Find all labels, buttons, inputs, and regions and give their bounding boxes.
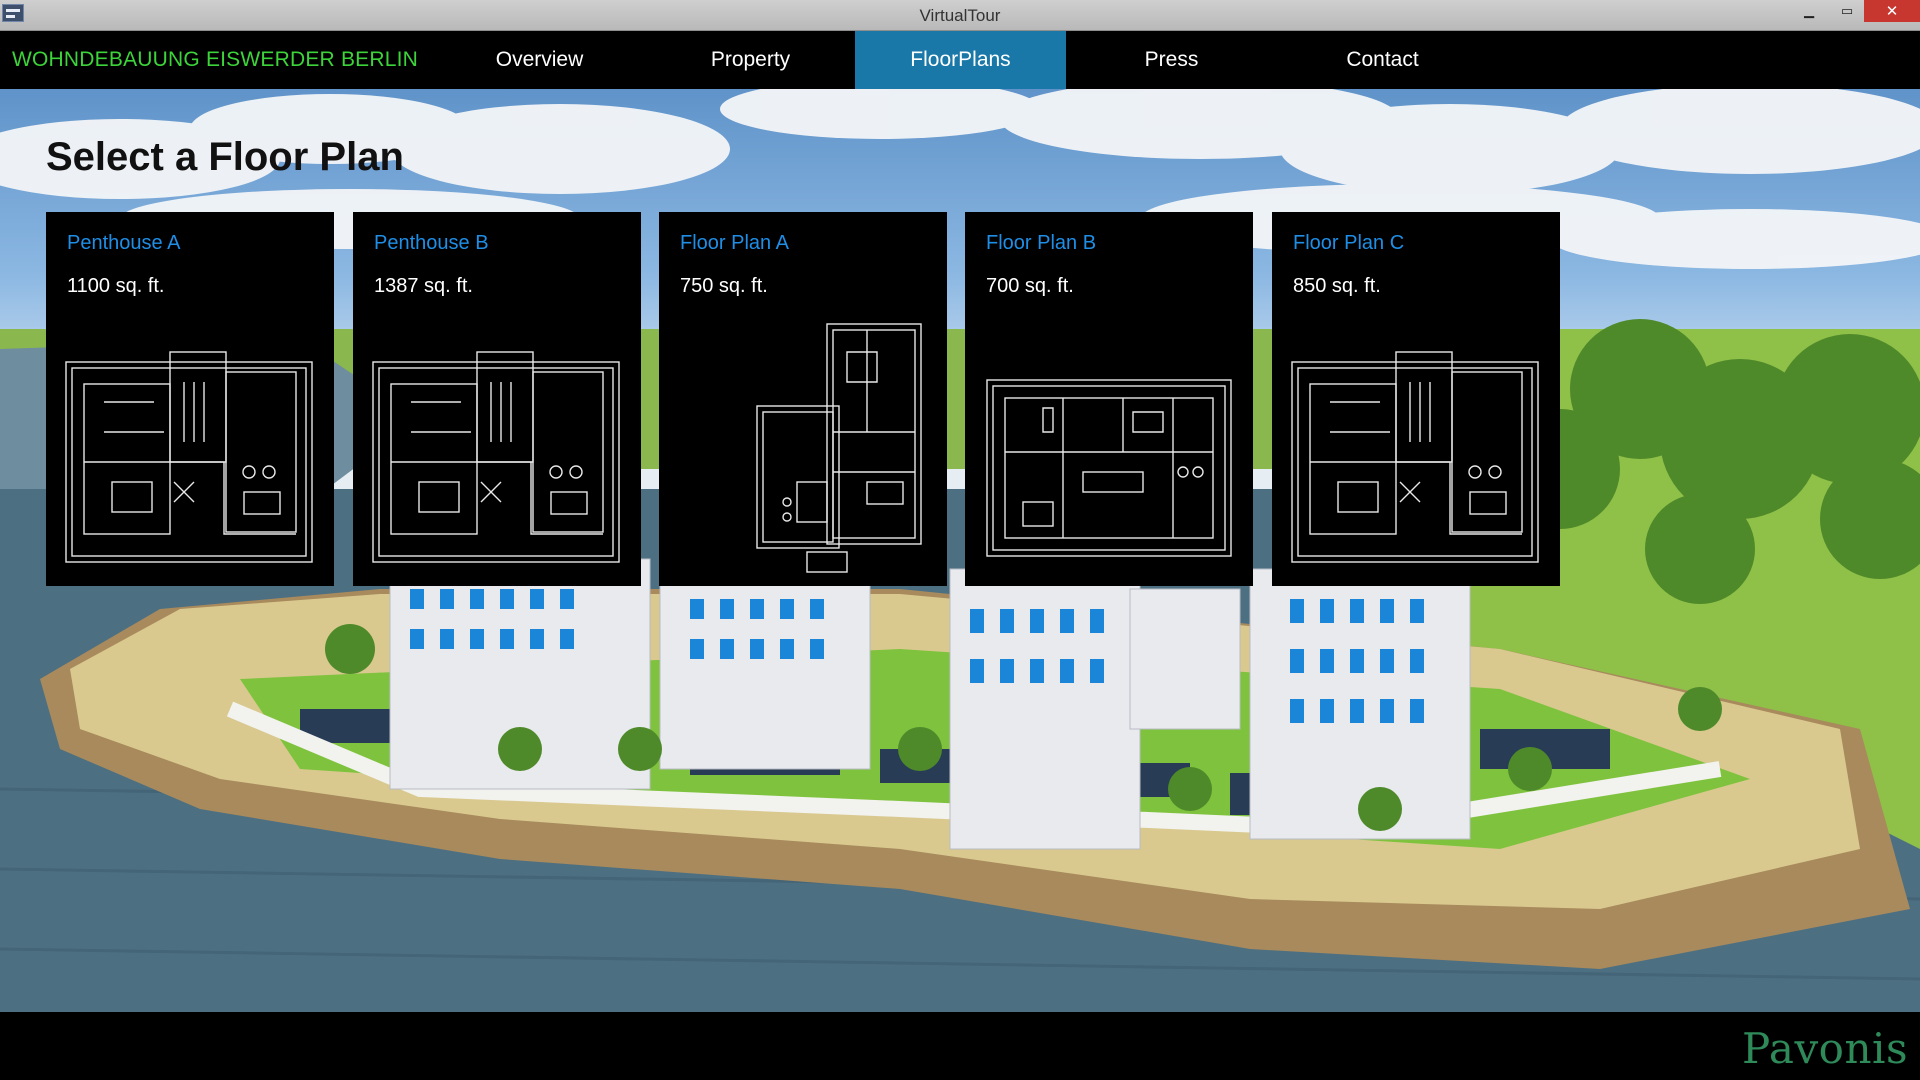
floor-plan-card-floor-plan-c[interactable]: Floor Plan C 850 sq. ft. [1272,212,1560,586]
nav-property[interactable]: Property [645,31,856,89]
card-title: Floor Plan B [986,232,1097,254]
brand-title: WOHNDEBAUUNG EISWERDER BERLIN [12,48,419,71]
floor-plan-card-floor-plan-b[interactable]: Floor Plan B 700 sq. ft. [965,212,1253,586]
floor-plan-card-floor-plan-a[interactable]: Floor Plan A 750 sq. ft. [659,212,947,586]
nav-press[interactable]: Press [1066,31,1277,89]
floor-plan-card-penthouse-a[interactable]: Penthouse A 1100 sq. ft. [46,212,334,586]
bottom-bar: Pavonis [0,1012,1920,1080]
card-area: 1100 sq. ft. [67,275,165,297]
floor-plan-icon [65,351,313,563]
nav-overview[interactable]: Overview [434,31,645,89]
floor-plan-icon [1291,351,1539,563]
page-title: Select a Floor Plan [46,135,404,179]
card-area: 750 sq. ft. [680,275,768,297]
floor-plan-icon [372,351,620,563]
card-area: 850 sq. ft. [1293,275,1381,297]
floor-plan-icon [986,379,1232,557]
pavonis-logo: Pavonis [1742,1024,1908,1073]
nav-contact[interactable]: Contact [1277,31,1488,89]
window-title: VirtualTour [919,6,1001,25]
card-area: 700 sq. ft. [986,275,1074,297]
nav-floorplans[interactable]: FloorPlans [855,31,1066,89]
card-title: Floor Plan A [680,232,789,254]
card-title: Penthouse A [67,232,181,254]
window-title-bar: VirtualTour ▁ ▭ ✕ [0,0,1920,31]
maximize-icon[interactable]: ▭ [1825,0,1869,22]
floor-plan-card-penthouse-b[interactable]: Penthouse B 1387 sq. ft. [353,212,641,586]
close-icon[interactable]: ✕ [1864,0,1920,22]
floor-plan-icon [756,323,922,573]
card-area: 1387 sq. ft. [374,275,473,297]
card-title: Floor Plan C [1293,232,1405,254]
card-title: Penthouse B [374,232,489,254]
top-nav: WOHNDEBAUUNG EISWERDER BERLIN Overview P… [0,31,1920,89]
